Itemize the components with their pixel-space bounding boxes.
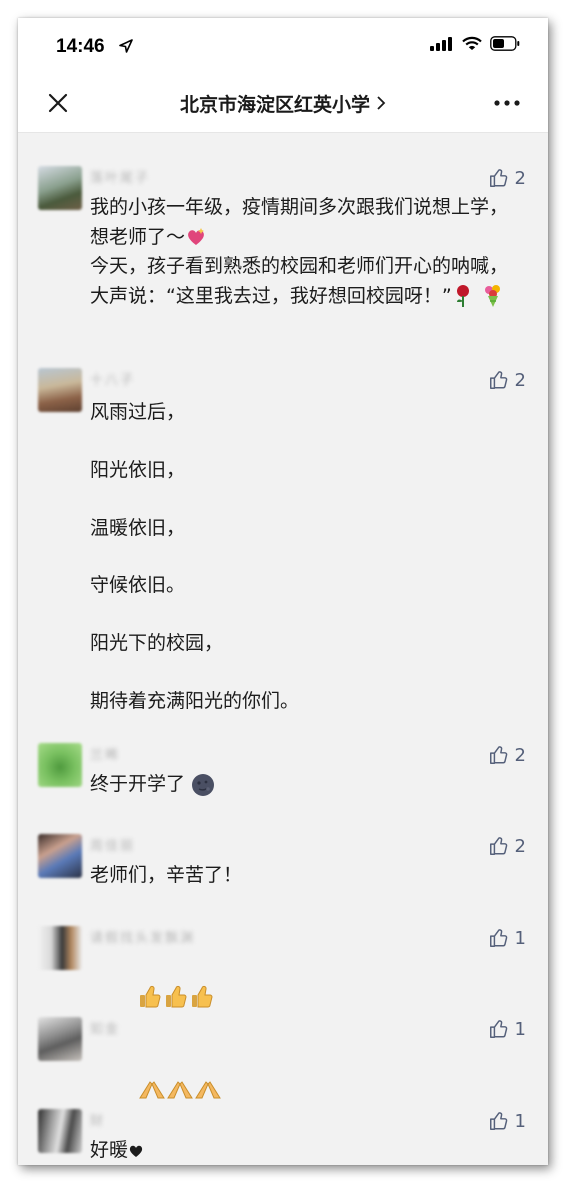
like-button[interactable]: 2 (488, 835, 526, 857)
avatar[interactable] (38, 743, 82, 787)
new-moon-face-icon (192, 773, 215, 796)
thumbs-up-icon (489, 1112, 507, 1130)
page-title: 北京市海淀区红英小学 (179, 93, 370, 116)
avatar[interactable] (38, 834, 82, 878)
commenter-name[interactable]: 请假找头发飘渊 (90, 927, 195, 946)
commenter-name[interactable]: 兰晞 (90, 744, 120, 763)
thumbs-up-icon (489, 371, 507, 389)
avatar[interactable] (38, 1109, 82, 1153)
folded-hands-icon (139, 1081, 166, 1099)
more-icon[interactable] (494, 100, 520, 106)
thumbs-up-icon (489, 837, 507, 855)
like-count: 1 (514, 927, 526, 949)
rose-icon (456, 285, 469, 307)
status-time: 14:46 (56, 36, 105, 57)
thumbs-up-icon (489, 169, 507, 187)
chevron-right-icon (377, 96, 386, 110)
folded-hands-icon (195, 1081, 222, 1099)
like-count: 2 (514, 744, 526, 766)
bouquet-icon (484, 285, 500, 307)
commenter-name[interactable]: 十八子 (90, 369, 135, 388)
status-icons (430, 36, 520, 51)
folded-hands-icon (167, 1081, 194, 1099)
thumbs-up-icon (489, 929, 507, 947)
like-button[interactable]: 1 (488, 1110, 526, 1132)
battery-icon (490, 36, 520, 51)
thumbs-up-icon (489, 1020, 507, 1038)
like-button[interactable]: 2 (488, 744, 526, 766)
status-bar: 14:46 (18, 18, 548, 74)
like-count: 1 (514, 1110, 526, 1132)
like-button[interactable]: 2 (488, 369, 526, 391)
like-button[interactable]: 2 (488, 167, 526, 189)
avatar[interactable] (38, 926, 82, 970)
commenter-name[interactable]: 财 (90, 1110, 105, 1129)
comment-text: 我的小孩一年级，疫情期间多次跟我们说想上学，想老师了～ 今天，孩子看到熟悉的校园… (90, 193, 526, 311)
like-count: 2 (514, 167, 526, 189)
signal-icon (430, 36, 452, 51)
comment-text: 终于开学了 (90, 770, 526, 800)
black-heart-icon (129, 1145, 143, 1157)
like-count: 2 (514, 835, 526, 857)
comment-text: 老师们，辛苦了！ (90, 864, 243, 886)
avatar[interactable] (38, 1017, 82, 1061)
thumbs-up-emoji-icon (192, 986, 213, 1008)
like-button[interactable]: 1 (488, 1018, 526, 1040)
commenter-name[interactable]: 落叶尾子 (90, 167, 150, 186)
location-arrow-icon (119, 39, 133, 53)
like-button[interactable]: 1 (488, 927, 526, 949)
sparkling-heart-icon (188, 228, 205, 245)
thumbs-up-emoji-icon (166, 986, 187, 1008)
nav-bar: 北京市海淀区红英小学 (18, 74, 548, 133)
avatar[interactable] (38, 368, 82, 412)
commenter-name[interactable]: 如金 (90, 1018, 120, 1037)
phone-screen: 14:46 北京市海淀区红英小学 落叶尾子 2 我的小孩一年级，疫情期间多次跟我… (18, 18, 548, 1165)
wifi-icon (462, 36, 482, 50)
comment-text: 好暖 (90, 1136, 526, 1165)
like-count: 2 (514, 369, 526, 391)
comment-text (90, 1044, 526, 1133)
like-count: 1 (514, 1018, 526, 1040)
commenter-name[interactable]: 周佳丽 (90, 835, 135, 854)
avatar[interactable] (38, 166, 82, 210)
nav-title-link[interactable]: 北京市海淀区红英小学 (18, 74, 548, 132)
comment-text (90, 953, 526, 1042)
thumbs-up-icon (489, 746, 507, 764)
thumbs-up-emoji-icon (140, 986, 161, 1008)
